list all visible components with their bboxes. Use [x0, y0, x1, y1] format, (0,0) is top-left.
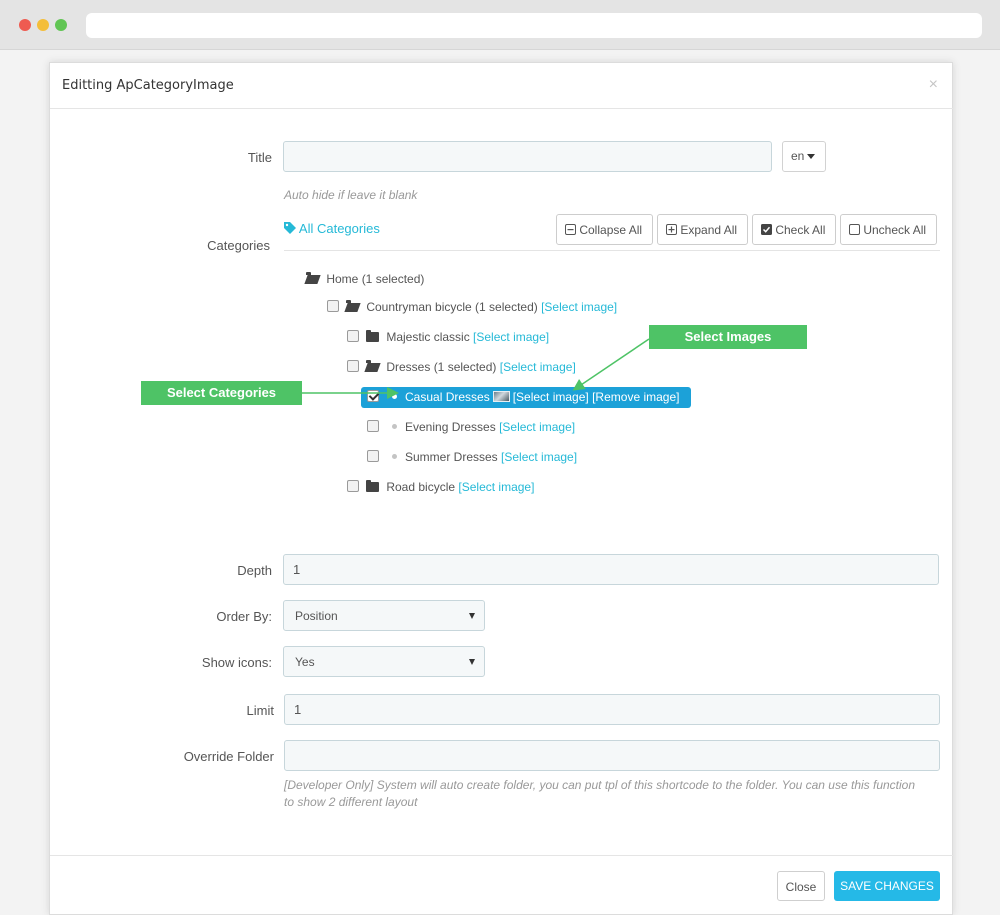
categories-label: Categories — [207, 238, 270, 253]
show-icons-label: Show icons: — [201, 655, 272, 670]
edit-modal: Editting ApCategoryImage × Title en Auto… — [49, 62, 954, 915]
caret-down-icon — [469, 659, 475, 665]
check-all-label: Check All — [775, 223, 826, 237]
bullet-icon — [392, 454, 397, 460]
tree-item-label: Summer Dresses — [405, 450, 498, 464]
limit-input[interactable] — [284, 694, 940, 725]
tree-item-label: Road bicycle — [386, 480, 456, 494]
depth-input[interactable] — [283, 554, 939, 585]
tree-item-label: Evening Dresses — [405, 420, 496, 434]
close-button[interactable]: Close — [777, 871, 825, 901]
category-checkbox[interactable] — [347, 359, 359, 372]
tree-item-countryman-bicycle[interactable]: Countryman bicycle (1 selected) [Select … — [327, 297, 617, 317]
select-image-link[interactable]: [Select image] — [513, 390, 589, 404]
folder-open-icon — [306, 271, 319, 284]
order-by-label: Order By: — [216, 609, 272, 624]
tree-item-evening-dresses[interactable]: Evening Dresses [Select image] — [367, 417, 575, 437]
limit-label: Limit — [246, 703, 274, 718]
tree-item-label: Majestic classic — [386, 330, 470, 344]
category-checkbox[interactable] — [367, 419, 379, 432]
modal-header: Editting ApCategoryImage × — [50, 63, 954, 109]
show-icons-select[interactable]: Yes — [283, 646, 485, 677]
expand-all-label: Expand All — [680, 223, 738, 237]
category-checkbox[interactable] — [367, 449, 379, 462]
check-square-icon — [761, 224, 772, 235]
tree-item-majestic-classic[interactable]: Majestic classic [Select image] — [347, 327, 549, 347]
bullet-icon — [392, 394, 397, 400]
modal-title: Editting ApCategoryImage — [62, 78, 234, 93]
empty-square-icon — [849, 224, 860, 235]
tree-item-home[interactable]: Home (1 selected) — [306, 269, 424, 289]
select-image-link[interactable]: [Select image] — [541, 300, 617, 314]
tree-item-summer-dresses[interactable]: Summer Dresses [Select image] — [367, 447, 577, 467]
title-input[interactable] — [283, 141, 772, 172]
override-folder-input[interactable] — [284, 740, 940, 771]
tree-item-casual-dresses[interactable]: Casual Dresses [Select image] [Remove ima… — [367, 387, 679, 407]
tree-item-label: Home (1 selected) — [326, 272, 425, 286]
tree-item-road-bicycle[interactable]: Road bicycle [Select image] — [347, 477, 534, 497]
bullet-icon — [392, 424, 397, 430]
selected-tree-row[interactable]: Casual Dresses [Select image] [Remove ima… — [361, 387, 691, 408]
all-categories-link[interactable]: All Categories — [284, 221, 380, 236]
select-image-link[interactable]: [Select image] — [500, 360, 576, 374]
window-maximize-dot[interactable] — [55, 19, 67, 31]
tag-icon — [284, 222, 296, 234]
tree-divider — [284, 250, 940, 251]
browser-chrome — [0, 0, 1000, 50]
uncheck-all-label: Uncheck All — [863, 223, 927, 237]
folder-open-icon — [346, 299, 359, 312]
save-changes-button[interactable]: SAVE CHANGES — [834, 871, 940, 901]
uncheck-all-button[interactable]: Uncheck All — [840, 214, 937, 245]
plus-square-icon — [666, 224, 677, 235]
folder-open-icon — [366, 359, 379, 372]
title-help: Auto hide if leave it blank — [284, 188, 418, 202]
footer-divider — [50, 855, 954, 856]
order-by-value: Position — [295, 609, 338, 623]
caret-down-icon — [807, 154, 816, 160]
category-checkbox[interactable] — [347, 329, 359, 342]
category-checkbox[interactable] — [347, 479, 359, 492]
tree-item-label: Dresses (1 selected) — [386, 360, 497, 374]
override-folder-label: Override Folder — [183, 749, 274, 764]
select-categories-callout: Select Categories — [141, 381, 302, 405]
order-by-select[interactable]: Position — [283, 600, 485, 631]
select-image-link[interactable]: [Select image] — [458, 480, 534, 494]
check-all-button[interactable]: Check All — [752, 214, 836, 245]
all-categories-text: All Categories — [298, 221, 380, 236]
depth-label: Depth — [237, 563, 272, 578]
select-image-link[interactable]: [Select image] — [499, 420, 575, 434]
collapse-all-label: Collapse All — [579, 223, 643, 237]
select-images-callout: Select Images — [649, 325, 807, 349]
category-checkbox-checked[interactable] — [367, 389, 379, 402]
window-close-dot[interactable] — [19, 19, 31, 31]
folder-icon — [366, 329, 379, 342]
override-folder-help: [Developer Only] System will auto create… — [284, 778, 916, 809]
language-dropdown[interactable]: en — [782, 141, 826, 172]
expand-all-button[interactable]: Expand All — [657, 214, 748, 245]
show-icons-value: Yes — [295, 655, 315, 669]
category-thumbnail — [492, 391, 510, 403]
tree-item-label: Casual Dresses — [405, 390, 490, 404]
tree-item-dresses[interactable]: Dresses (1 selected) [Select image] — [347, 357, 576, 377]
minus-square-icon — [565, 224, 576, 235]
select-image-link[interactable]: [Select image] — [473, 330, 549, 344]
tree-item-label: Countryman bicycle (1 selected) — [366, 300, 538, 314]
remove-image-link[interactable]: [Remove image] — [592, 390, 679, 404]
close-icon[interactable]: × — [929, 76, 938, 94]
address-bar[interactable] — [86, 13, 982, 38]
language-value: en — [791, 149, 805, 163]
category-checkbox[interactable] — [327, 299, 339, 312]
collapse-all-button[interactable]: Collapse All — [556, 214, 653, 245]
window-minimize-dot[interactable] — [37, 19, 49, 31]
caret-down-icon — [469, 613, 475, 619]
select-image-link[interactable]: [Select image] — [501, 450, 577, 464]
folder-icon — [366, 479, 379, 492]
title-label: Title — [247, 150, 272, 165]
